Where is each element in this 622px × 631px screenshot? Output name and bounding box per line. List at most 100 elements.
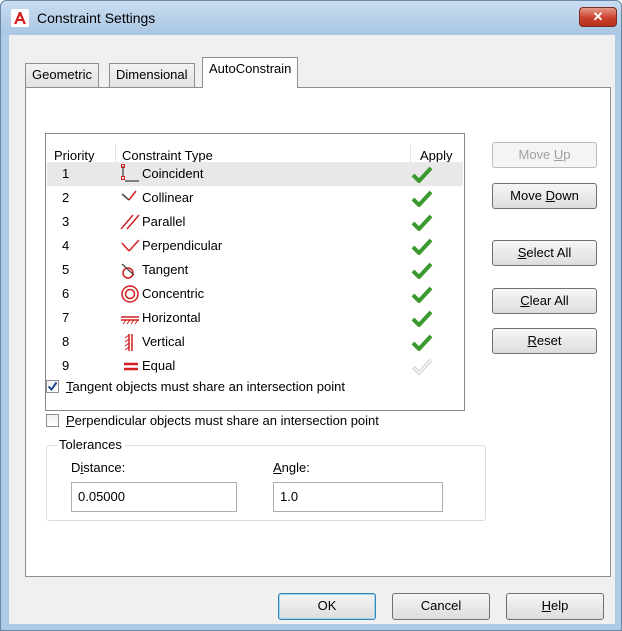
apply-check-empty-icon[interactable] bbox=[411, 356, 433, 376]
tab-dimensional[interactable]: Dimensional bbox=[109, 63, 195, 87]
tab-geometric[interactable]: Geometric bbox=[25, 63, 99, 87]
priority-value: 4 bbox=[62, 238, 70, 253]
apply-check-icon[interactable] bbox=[411, 164, 433, 184]
priority-value: 1 bbox=[62, 166, 70, 181]
constraint-name: Parallel bbox=[142, 214, 186, 229]
distance-label: Distance: bbox=[71, 460, 125, 475]
constraint-name: Perpendicular bbox=[142, 238, 223, 253]
perpendicular-option[interactable]: Perpendicular objects must share an inte… bbox=[46, 413, 466, 431]
parallel-icon bbox=[120, 214, 140, 230]
list-item[interactable]: 4 Perpendicular bbox=[47, 234, 463, 258]
tangent-option-label: Tangent objects must share an intersecti… bbox=[66, 379, 345, 394]
list-item[interactable]: 1 Coincident bbox=[47, 162, 463, 186]
apply-check-icon[interactable] bbox=[411, 188, 433, 208]
button-label: elect All bbox=[526, 245, 572, 260]
tab-autoconstrain[interactable]: AutoConstrain bbox=[202, 57, 299, 88]
apply-check-icon[interactable] bbox=[411, 332, 433, 352]
perpendicular-option-label: Perpendicular objects must share an inte… bbox=[66, 413, 379, 428]
option-text: angent objects must share an intersectio… bbox=[72, 379, 345, 394]
constraint-list[interactable]: Priority Constraint Type Apply 1 Coincid… bbox=[45, 133, 465, 411]
reset-button[interactable]: Reset bbox=[492, 328, 597, 354]
dialog-client-area: Geometric Dimensional AutoConstrain Prio… bbox=[9, 35, 615, 624]
horizontal-icon bbox=[121, 316, 139, 325]
tolerances-legend: Tolerances bbox=[57, 437, 124, 452]
button-label: OK bbox=[317, 598, 337, 613]
cancel-button[interactable]: Cancel bbox=[392, 593, 490, 620]
apply-check-icon[interactable] bbox=[411, 212, 433, 232]
button-label: Cancel bbox=[420, 598, 462, 613]
priority-column-header[interactable]: Priority bbox=[54, 148, 94, 163]
perpendicular-icon bbox=[121, 239, 140, 252]
apply-column-header[interactable]: Apply bbox=[420, 148, 453, 163]
title-bar[interactable]: Constraint Settings ✕ bbox=[1, 1, 621, 35]
column-divider bbox=[115, 144, 116, 164]
constraint-name: Coincident bbox=[142, 166, 204, 181]
apply-check-icon[interactable] bbox=[411, 284, 433, 304]
priority-value: 9 bbox=[62, 358, 70, 373]
constraint-name: Concentric bbox=[142, 286, 205, 301]
button-mnemonic: C bbox=[520, 293, 530, 308]
move-up-button[interactable]: Move Up bbox=[492, 142, 597, 168]
constraint-settings-dialog: Constraint Settings ✕ Geometric Dimensio… bbox=[0, 0, 622, 631]
priority-value: 5 bbox=[62, 262, 70, 277]
coincident-icon bbox=[121, 164, 139, 182]
apply-check-icon[interactable] bbox=[411, 236, 433, 256]
tangent-icon bbox=[121, 263, 135, 279]
move-down-button[interactable]: Move Down bbox=[492, 183, 597, 209]
close-button[interactable]: ✕ bbox=[579, 7, 617, 27]
list-item[interactable]: 6 Concentric bbox=[47, 282, 463, 306]
constraint-name: Equal bbox=[142, 358, 176, 373]
button-label: p bbox=[563, 147, 571, 162]
constraint-name: Horizontal bbox=[142, 310, 201, 325]
list-item[interactable]: 5 Tangent bbox=[47, 258, 463, 282]
angle-value: 1.0 bbox=[280, 489, 299, 504]
list-item[interactable]: 3 Parallel bbox=[47, 210, 463, 234]
button-mnemonic: U bbox=[553, 147, 564, 162]
list-header: Priority Constraint Type Apply bbox=[46, 134, 464, 164]
constraint-name: Collinear bbox=[142, 190, 194, 205]
button-mnemonic: R bbox=[527, 333, 537, 348]
priority-value: 2 bbox=[62, 190, 70, 205]
button-label: lear All bbox=[529, 293, 569, 308]
tab-label: Geometric bbox=[32, 67, 92, 82]
label-text: ngle: bbox=[281, 460, 310, 475]
tangent-option[interactable]: Tangent objects must share an intersecti… bbox=[46, 379, 426, 397]
constraint-name: Vertical bbox=[142, 334, 185, 349]
apply-check-icon[interactable] bbox=[411, 308, 433, 328]
equal-icon bbox=[124, 362, 138, 371]
button-label: elp bbox=[551, 598, 569, 613]
apply-check-icon[interactable] bbox=[411, 260, 433, 280]
list-item[interactable]: 8 Vertical bbox=[47, 330, 463, 354]
distance-field[interactable]: 0.05000 bbox=[71, 482, 237, 512]
priority-value: 8 bbox=[62, 334, 70, 349]
list-item[interactable]: 2 Collinear bbox=[47, 186, 463, 210]
priority-value: 3 bbox=[62, 214, 70, 229]
constraint-name: Tangent bbox=[142, 262, 189, 277]
help-button[interactable]: Help bbox=[506, 593, 604, 620]
tab-label: Dimensional bbox=[116, 67, 188, 82]
button-mnemonic: D bbox=[545, 188, 555, 203]
select-all-button[interactable]: Select All bbox=[492, 240, 597, 266]
column-divider bbox=[410, 144, 411, 164]
button-label: eset bbox=[536, 333, 562, 348]
autocad-app-icon bbox=[11, 9, 29, 27]
list-item[interactable]: 9 Equal bbox=[47, 354, 463, 378]
label-text: stance: bbox=[83, 460, 126, 475]
tangent-checkbox[interactable] bbox=[46, 380, 59, 393]
label-text: D bbox=[71, 460, 81, 475]
distance-value: 0.05000 bbox=[78, 489, 125, 504]
option-text: erpendicular objects must share an inter… bbox=[74, 413, 379, 428]
priority-value: 7 bbox=[62, 310, 70, 325]
perpendicular-checkbox[interactable] bbox=[46, 414, 59, 427]
priority-value: 6 bbox=[62, 286, 70, 301]
constraint-type-column-header[interactable]: Constraint Type bbox=[122, 148, 213, 163]
tolerances-group: Tolerances Distance: 0.05000 Angle: 1.0 bbox=[46, 437, 486, 521]
angle-field[interactable]: 1.0 bbox=[273, 482, 443, 512]
concentric-icon bbox=[121, 285, 139, 303]
clear-all-button[interactable]: Clear All bbox=[492, 288, 597, 314]
list-item[interactable]: 7 Horizontal bbox=[47, 306, 463, 330]
option-mnemonic: P bbox=[66, 413, 75, 428]
ok-button[interactable]: OK bbox=[278, 593, 376, 620]
tab-label: AutoConstrain bbox=[209, 61, 292, 76]
vertical-icon bbox=[124, 334, 133, 351]
